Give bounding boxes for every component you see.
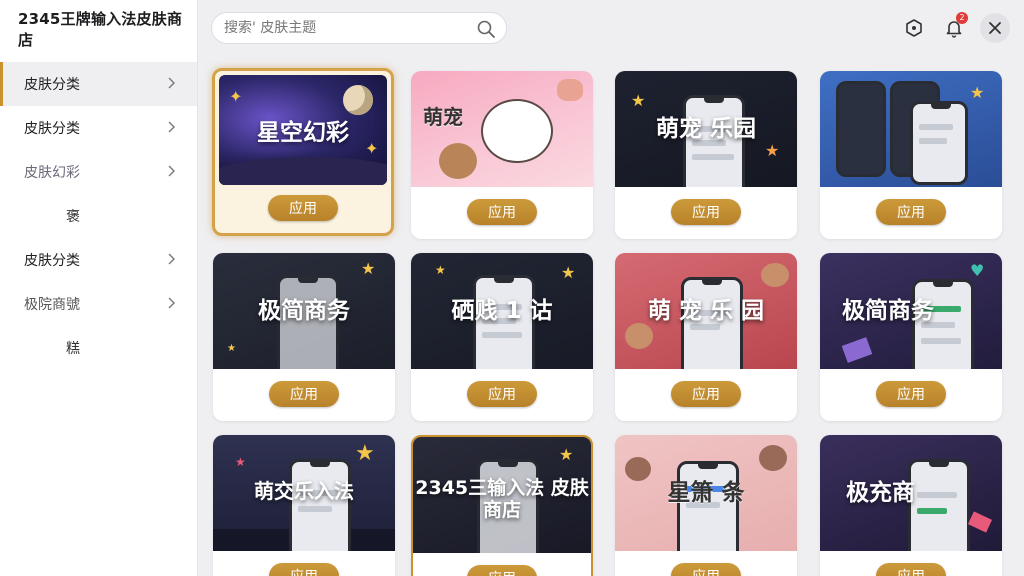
sidebar-subitem-label: 褒 (66, 209, 80, 225)
skin-title: 星空幻彩 (257, 120, 349, 146)
star-icon: ★ (355, 441, 375, 466)
skin-title: 硒贱 1 诂 (451, 298, 553, 324)
chevron-right-icon (168, 297, 175, 309)
skin-thumbnail: ★ ★ 萌宠 乐园 (615, 71, 797, 187)
apply-button[interactable]: 应用 (467, 199, 537, 225)
apply-button[interactable]: 应用 (671, 199, 741, 225)
skin-thumbnail: 极充商 (820, 435, 1002, 551)
sidebar-item-label: 皮肤分类 (24, 121, 80, 137)
skin-title: 极充商 (846, 480, 915, 506)
sidebar-item-label: 极院商號 (24, 297, 80, 313)
skin-thumbnail: 萌 宠 乐 园 (615, 253, 797, 369)
skin-title: 萌宠 乐园 (655, 116, 756, 142)
skin-thumbnail: 萌宠 (411, 71, 593, 187)
skin-card-blue-phones[interactable]: ★ 应用 (820, 71, 1002, 239)
heart-icon: ♥ (970, 261, 985, 280)
skin-card-theme-6[interactable]: ★ ★ 硒贱 1 诂 应用 (411, 253, 593, 421)
chevron-right-icon (168, 165, 175, 177)
skin-card-2345-store[interactable]: ★ 2345三输入法 皮肤商店 应用 (411, 435, 593, 576)
skin-card-business-purple-2[interactable]: 极充商 应用 (820, 435, 1002, 576)
sidebar-subitem-label: 糕 (66, 341, 80, 357)
sidebar-item-skin-colorful[interactable]: 皮肤幻彩 (0, 150, 197, 194)
sidebar-subitem[interactable]: 褒 (0, 194, 197, 238)
skin-thumbnail: ★ ★ 萌交乐入法 (213, 435, 395, 551)
apply-button[interactable]: 应用 (671, 381, 741, 407)
skin-thumbnail: ♥ 极简商务 (820, 253, 1002, 369)
skin-thumbnail: ✦ ✦ 星空幻彩 (219, 75, 387, 185)
skin-title: 萌宠 (423, 105, 463, 129)
skin-title: 2345三输入法 皮肤商店 (415, 477, 589, 521)
skin-card-pet-park-red[interactable]: 萌 宠 乐 园 应用 (615, 253, 797, 421)
phone-mockup (836, 81, 886, 177)
search-icon[interactable] (476, 19, 496, 39)
skin-title: 萌交乐入法 (254, 479, 354, 503)
skin-card-business-purple[interactable]: ♥ 极简商务 应用 (820, 253, 1002, 421)
apply-button[interactable]: 应用 (269, 563, 339, 576)
chevron-right-icon (168, 121, 175, 133)
star-icon: ✦ (229, 87, 243, 106)
skin-card-pet-park[interactable]: ★ ★ 萌宠 乐园 应用 (615, 71, 797, 239)
star-icon: ★ (765, 141, 780, 160)
close-icon (989, 22, 1001, 34)
star-icon: ★ (435, 263, 446, 277)
apply-button[interactable]: 应用 (876, 199, 946, 225)
skin-thumbnail: ★ ★ 极简商务 (213, 253, 395, 369)
apply-button[interactable]: 应用 (467, 381, 537, 407)
skin-thumbnail: 星箫 条 (615, 435, 797, 551)
apply-button[interactable]: 应用 (876, 563, 946, 576)
sidebar-item-skin-category[interactable]: 皮肤分类 (0, 62, 197, 106)
phone-mockup (289, 459, 351, 551)
search-bar (211, 12, 507, 44)
sidebar-subitem[interactable]: 糕 (0, 326, 197, 370)
skin-thumbnail: ★ (820, 71, 1002, 187)
apply-button[interactable]: 应用 (671, 563, 741, 576)
sidebar-nav: 皮肤分类 皮肤分类 皮肤幻彩 褒 皮肤分类 极院商號 糕 (0, 62, 197, 370)
skin-title: 极简商务 (258, 298, 350, 324)
sidebar-item-label: 皮肤分类 (24, 77, 80, 93)
apply-button[interactable]: 应用 (268, 195, 338, 221)
app-title: 2345王牌输入法皮肤商店 (18, 10, 183, 49)
sidebar-item-label: 皮肤幻彩 (24, 165, 80, 181)
skin-card-business[interactable]: ★ ★ 极简商务 应用 (213, 253, 395, 421)
star-icon: ★ (235, 455, 246, 469)
star-icon: ★ (559, 445, 574, 464)
sidebar-item-business[interactable]: 极院商號 (0, 282, 197, 326)
sidebar-item-label: 皮肤分类 (24, 253, 80, 269)
skin-card-pink-pets[interactable]: 星箫 条 应用 (615, 435, 797, 576)
shield-icon[interactable] (900, 14, 928, 42)
close-button[interactable] (980, 13, 1010, 43)
phone-mockup (910, 101, 968, 185)
apply-button[interactable]: 应用 (269, 381, 339, 407)
apply-button[interactable]: 应用 (467, 565, 537, 576)
search-input[interactable] (224, 20, 464, 36)
apply-button[interactable]: 应用 (876, 381, 946, 407)
sidebar-item-skin-category-2[interactable]: 皮肤分类 (0, 106, 197, 150)
sidebar-item-skin-category-3[interactable]: 皮肤分类 (0, 238, 197, 282)
chevron-right-icon (168, 253, 175, 265)
star-icon: ★ (970, 83, 985, 102)
skin-thumbnail: ★ ★ 硒贱 1 诂 (411, 253, 593, 369)
notification-badge: 2 (956, 12, 968, 24)
star-icon: ★ (631, 91, 646, 110)
star-icon: ★ (561, 263, 576, 282)
skin-title: 星箫 条 (667, 480, 745, 506)
skin-card-starry[interactable]: ✦ ✦ 星空幻彩 应用 (212, 68, 394, 236)
chevron-right-icon (168, 77, 175, 89)
star-icon: ★ (361, 259, 376, 278)
skin-title: 萌 宠 乐 园 (647, 298, 765, 324)
skin-card-city-night[interactable]: ★ ★ 萌交乐入法 应用 (213, 435, 395, 576)
skin-thumbnail: ★ 2345三输入法 皮肤商店 (413, 437, 591, 553)
sidebar: 2345王牌输入法皮肤商店 皮肤分类 皮肤分类 皮肤幻彩 褒 皮肤分类 极院商號… (0, 0, 198, 576)
star-icon: ★ (227, 343, 236, 354)
skin-card-cat[interactable]: 萌宠 应用 (411, 71, 593, 239)
skin-title: 极简商务 (842, 298, 934, 324)
